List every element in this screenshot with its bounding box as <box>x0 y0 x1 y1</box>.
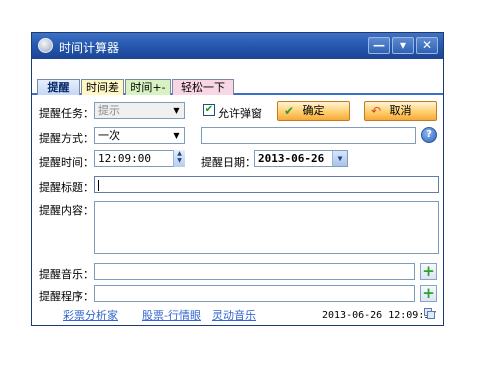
title-bar[interactable]: 时间计算器 — ▾ ✕ <box>32 33 443 59</box>
current-datetime: 2013-06-26 12:09:37 <box>322 310 437 321</box>
content-textarea[interactable] <box>94 201 439 254</box>
add-music-plus-icon[interactable]: + <box>420 263 437 280</box>
spin-up-icon[interactable]: ▲ <box>174 150 185 157</box>
subject-input[interactable] <box>94 176 439 193</box>
tab-relax[interactable]: 轻松一下 <box>172 79 234 95</box>
music-label: 提醒音乐： <box>39 268 94 281</box>
help-icon[interactable]: ? <box>421 127 437 143</box>
program-label: 提醒程序： <box>39 290 94 303</box>
date-picker[interactable]: 2013-06-26 ▼ <box>254 150 348 167</box>
window-title: 时间计算器 <box>59 41 120 55</box>
allow-popup-checkbox[interactable]: ✔ <box>203 104 215 116</box>
cancel-button[interactable]: ↶ 取消 <box>364 101 437 121</box>
menu-dropdown-button[interactable]: ▾ <box>392 37 414 54</box>
task-label: 提醒任务： <box>39 107 94 120</box>
footer-link-stocks[interactable]: 股票-行情眼 <box>142 307 201 323</box>
time-value: 12:09:00 <box>98 152 151 165</box>
cancel-button-label: 取消 <box>389 104 412 117</box>
minimize-button[interactable]: — <box>368 37 390 54</box>
date-value: 2013-06-26 <box>258 152 325 165</box>
tab-time-plus-minus[interactable]: 时间+- <box>125 79 171 95</box>
tab-strip: 提醒 时间差 时间+- 轻松一下 <box>32 59 443 95</box>
time-spinner[interactable]: ▲ ▼ <box>173 150 185 167</box>
method-label: 提醒方式： <box>39 132 94 145</box>
chevron-down-icon: ▼ <box>173 106 180 115</box>
tab-reminder[interactable]: 提醒 <box>37 79 80 95</box>
spin-down-icon[interactable]: ▼ <box>174 157 185 164</box>
method-detail-field[interactable] <box>201 127 416 144</box>
confirm-button[interactable]: ✔ 确定 <box>277 101 350 121</box>
task-value: 提示 <box>98 104 120 117</box>
confirm-button-label: 确定 <box>302 104 325 117</box>
add-program-plus-icon[interactable]: + <box>420 285 437 302</box>
allow-popup-label: 允许弹窗 <box>218 107 262 120</box>
close-button[interactable]: ✕ <box>416 37 438 54</box>
footer-link-music[interactable]: 灵动音乐 <box>212 307 256 323</box>
time-input[interactable]: 12:09:00 <box>94 150 185 167</box>
date-label: 提醒日期： <box>201 156 256 169</box>
method-value: 一次 <box>98 129 120 142</box>
app-clock-icon <box>38 38 53 53</box>
copy-icon[interactable] <box>424 308 436 319</box>
subject-label: 提醒标题： <box>39 181 94 194</box>
footer-link-lottery[interactable]: 彩票分析家 <box>63 307 118 323</box>
text-cursor <box>98 179 99 191</box>
time-label: 提醒时间： <box>39 156 94 169</box>
chevron-down-icon: ▼ <box>173 131 180 140</box>
calendar-dropdown-icon[interactable]: ▼ <box>332 151 347 166</box>
content-label: 提醒内容： <box>39 204 94 217</box>
task-select[interactable]: 提示 ▼ <box>94 102 185 119</box>
time-calculator-window: 时间计算器 — ▾ ✕ 提醒 时间差 时间+- 轻松一下 提醒任务： 提示 ▼ … <box>31 32 444 326</box>
music-field[interactable] <box>94 263 415 280</box>
undo-arrow-icon: ↶ <box>371 104 382 118</box>
tab-time-difference[interactable]: 时间差 <box>81 79 124 95</box>
method-select[interactable]: 一次 ▼ <box>94 127 185 144</box>
checkmark-icon: ✔ <box>284 104 295 118</box>
program-field[interactable] <box>94 285 415 302</box>
